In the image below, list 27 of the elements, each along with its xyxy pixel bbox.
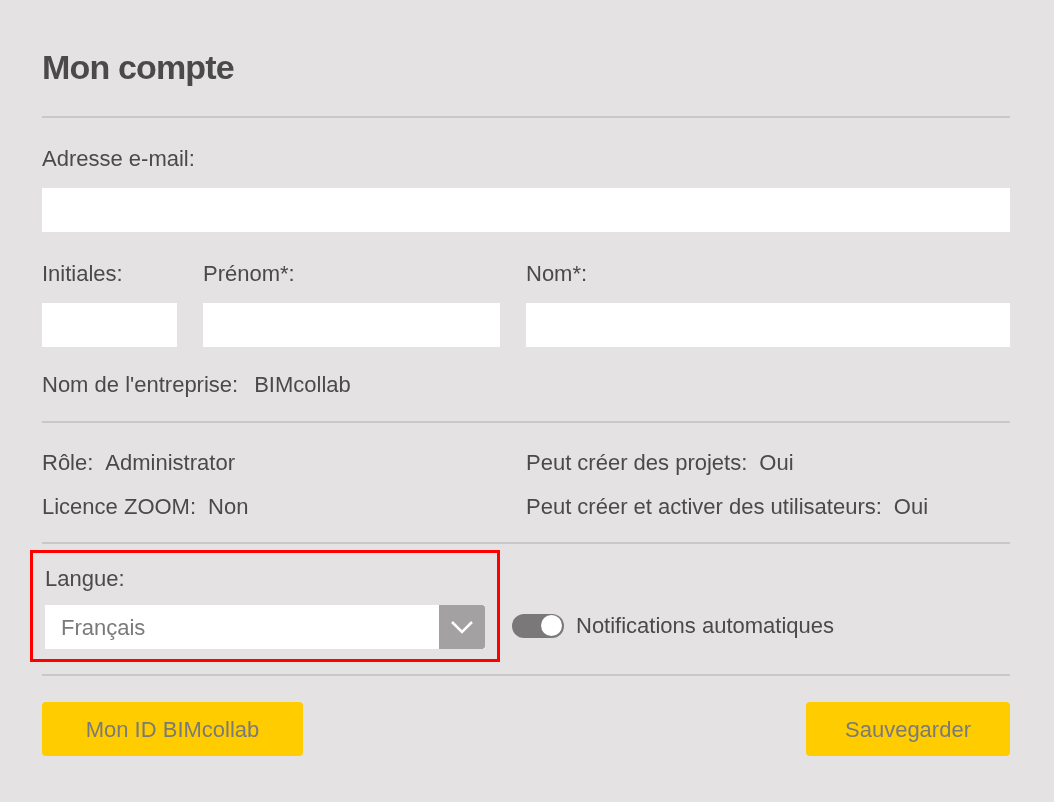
toggle-switch[interactable] [512,613,564,638]
info-label: Peut créer et activer des utilisateurs: [526,493,882,521]
info-value: Oui [893,493,929,521]
dropdown-toggle[interactable] [439,605,485,649]
field-label: Langue: [45,565,126,593]
field-label: Adresse e-mail: [42,145,196,173]
page-title: Mon compte [42,47,235,88]
field-label: Nom*: [526,260,589,288]
info-value: Non [208,493,249,521]
field-label: Initiales: [42,260,124,288]
info-label: Rôle: [42,449,94,477]
company-label: Nom de l'entreprise: [42,371,239,399]
text-field[interactable] [526,303,1010,347]
toggle-label: Notifications automatiques [576,612,835,640]
info-label: Peut créer des projets: [526,449,748,477]
info-value: Oui [759,449,794,477]
save-button[interactable]: Sauvegarder [806,702,1010,756]
email-field[interactable] [42,188,1010,232]
info-label: Licence ZOOM: [42,493,197,521]
company-name: BIMcollab [254,371,351,399]
text-field[interactable] [42,303,177,347]
language-dropdown[interactable]: Français [45,605,485,649]
chevron-down-icon [450,620,474,634]
account-id-button[interactable]: Mon ID BIMcollab [42,702,303,756]
info-value: Administrator [105,449,235,477]
text-field[interactable] [203,303,500,347]
field-label: Prénom*: [203,260,296,288]
